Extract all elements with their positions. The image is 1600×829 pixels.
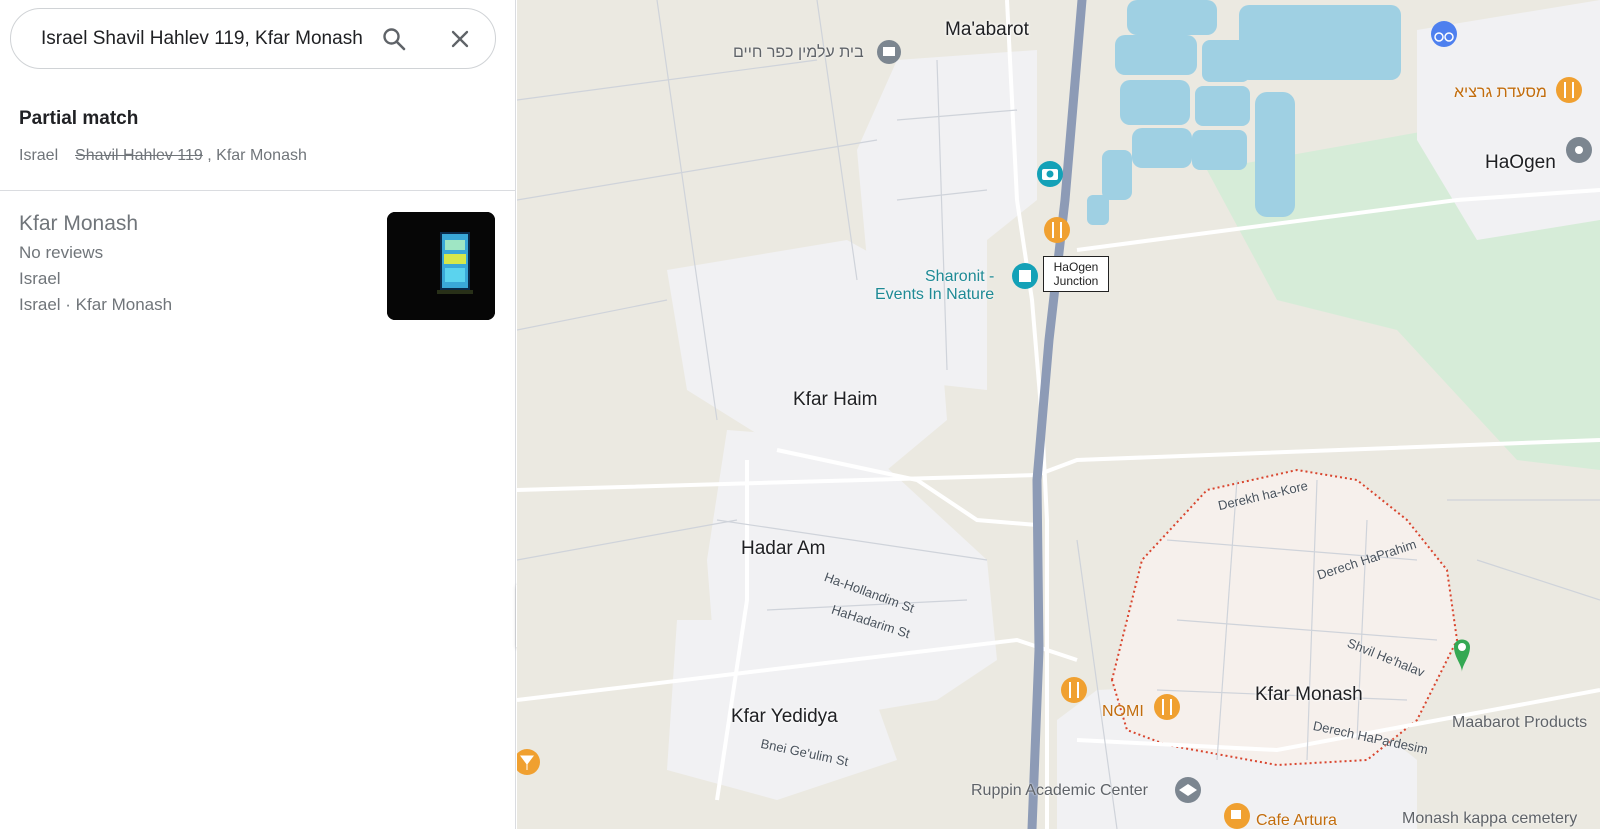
restaurant-pin-nomi[interactable] [1154,694,1180,720]
map-graphics [517,0,1600,829]
search-box [10,8,496,69]
sign-photo [387,212,495,320]
poi-ruppin[interactable]: Ruppin Academic Center [971,782,1148,800]
partial-match-prefix: Israel [19,147,59,164]
junction-label-line1: HaOgen [1053,260,1099,274]
partial-match-struck: Shavil Hahlev 119 [75,147,203,164]
side-panel: Partial match Israel Shavil Hahlev 119 ,… [0,0,516,829]
search-input[interactable] [41,27,371,51]
search-button[interactable] [379,24,409,54]
restaurant-pin-left[interactable] [1061,677,1087,703]
poi-sharonit[interactable]: Sharonit - [925,268,994,286]
restaurant-pin-junction[interactable] [1044,217,1070,243]
result-address: Israel · Kfar Monash [19,295,173,314]
university-pin[interactable] [1175,777,1201,803]
restaurant-pin-garcia[interactable] [1556,77,1582,103]
partial-match-title: Partial match [19,108,139,129]
result-item[interactable]: Kfar Monash No reviews Israel Israel · K… [0,191,516,331]
poi-monash-cemetery[interactable]: Monash kappa cemetery [1402,810,1577,828]
poi-cemetery-kfar-haim[interactable]: בית עלמין כפר חיים [733,44,864,62]
clear-search-button[interactable] [445,24,475,54]
junction-label[interactable]: HaOgen Junction [1043,256,1109,292]
bike-pin[interactable] [1431,21,1457,47]
poi-cafe-artura[interactable]: Cafe Artura [1256,812,1337,829]
junction-label-line2: Junction [1053,274,1099,288]
result-name: Kfar Monash [19,212,139,235]
place-haogen[interactable]: HaOgen [1485,152,1556,174]
cafe-pin[interactable] [1224,803,1250,829]
result-country: Israel [19,269,61,288]
result-reviews: No reviews [19,243,104,262]
result-thumbnail[interactable] [387,212,495,320]
partial-match-suffix: , Kfar Monash [207,147,307,164]
haogen-pin[interactable] [1566,137,1592,163]
place-kfar-yedidya[interactable]: Kfar Yedidya [731,706,838,728]
events-pin[interactable] [1012,263,1038,289]
poi-garcia[interactable]: מסעדת גרציא [1454,84,1547,102]
camera-pin[interactable] [1037,161,1063,187]
place-maabarot[interactable]: Ma'abarot [945,19,1029,41]
place-kfar-haim[interactable]: Kfar Haim [793,389,877,411]
magnifier-icon [383,28,406,51]
poi-maabarot-products[interactable]: Maabarot Products [1452,714,1587,732]
map-canvas[interactable]: Ma'abarot Kfar Haim Hadar Am Kfar Yedidy… [517,0,1600,829]
bar-pin[interactable] [517,749,540,775]
cemetery-pin[interactable] [877,40,901,64]
place-hadar-am[interactable]: Hadar Am [741,538,825,560]
poi-nomi[interactable]: NOMI [1102,703,1144,721]
close-icon [451,30,469,48]
partial-match-address: Israel Shavil Hahlev 119 , Kfar Monash [19,147,307,165]
place-kfar-monash[interactable]: Kfar Monash [1255,684,1363,706]
kfar-monash-pin[interactable] [1454,639,1470,673]
poi-sharonit-line2[interactable]: Events In Nature [875,286,994,304]
